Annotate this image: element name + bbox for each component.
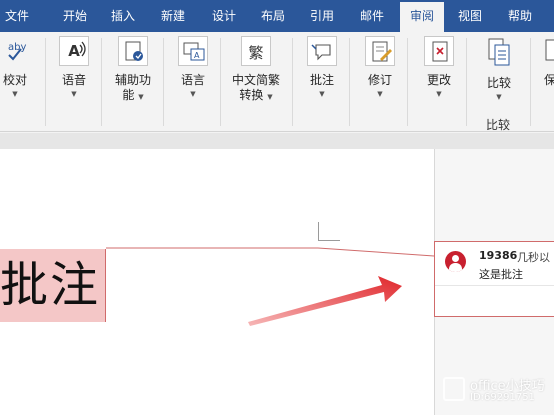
chinese-conversion-label-line1: 中文简繁 [231,73,280,87]
accessibility-label-line2: 能 [122,88,135,102]
chevron-down-icon: ▼ [496,93,502,101]
svg-text:aby: aby [8,42,26,53]
group-separator [220,38,221,126]
tab-home[interactable]: 开始 [56,0,94,32]
track-changes-button[interactable]: 修订 ▼ [362,36,398,100]
chevron-down-icon: ▼ [436,90,442,98]
read-aloud-icon: A [59,36,89,66]
group-separator [349,38,350,126]
chinese-conversion-button[interactable]: 繁 中文简繁 转换 ▼ [226,36,286,105]
chevron-down-icon: ▼ [267,93,273,101]
comment-divider [435,285,554,286]
proofing-button[interactable]: aby 校对 ▼ [0,36,32,100]
tab-references[interactable]: 引用 [302,0,342,32]
brand-logo-icon [443,377,465,401]
track-changes-icon [365,36,395,66]
tab-help[interactable]: 帮助 [500,0,540,32]
tab-design[interactable]: 设计 [204,0,244,32]
chinese-conversion-label-line2: 转换 [239,88,264,102]
lock-icon [540,36,554,66]
tab-mailings[interactable]: 邮件 [352,0,392,32]
margin-corner-mark [318,222,319,241]
review-ribbon: aby 校对 ▼ A 语音 ▼ 辅助功 能 ▼ A 语言 ▼ 繁 中文简繁 转换… [0,32,554,132]
traditional-simplified-icon: 繁 [241,36,271,66]
accessibility-button[interactable]: 辅助功 能 ▼ [110,36,156,105]
commented-text[interactable]: 批注 [0,250,100,320]
group-separator [407,38,408,126]
language-icon: A [178,36,208,66]
tab-review[interactable]: 审阅 [400,2,444,32]
group-separator [530,38,531,126]
protect-button[interactable]: 保 [540,36,554,88]
comment-time: 几秒以 [517,251,550,264]
track-changes-label: 修订 [367,73,392,87]
watermark: office小技巧 ID:69291751 [443,371,553,411]
proofing-label: 校对 [2,73,27,87]
group-separator [292,38,293,126]
protect-label: 保 [544,73,554,87]
tab-new[interactable]: 新建 [153,0,193,32]
chevron-down-icon: ▼ [319,90,325,98]
spelling-check-icon: aby [0,36,30,66]
compare-label: 比较 [486,76,511,90]
chevron-down-icon: ▼ [377,90,383,98]
group-separator [45,38,46,126]
comment-icon [307,36,337,66]
language-label: 语言 [180,73,205,87]
watermark-id: ID:69291751 [470,392,535,403]
changes-button[interactable]: 更改 ▼ [420,36,458,100]
chevron-down-icon: ▼ [71,90,77,98]
compare-button[interactable]: 比较 ▼ [479,36,519,103]
tab-insert[interactable]: 插入 [104,0,142,32]
chevron-down-icon: ▼ [190,90,196,98]
group-separator [163,38,164,126]
speech-label: 语音 [61,73,86,87]
language-button[interactable]: A 语言 ▼ [175,36,211,100]
tab-view[interactable]: 视图 [450,0,490,32]
chevron-down-icon: ▼ [12,90,18,98]
accessibility-check-icon [118,36,148,66]
comment-balloon[interactable]: 19386 几秒以 这是批注 [434,241,554,317]
tab-layout[interactable]: 布局 [254,0,292,32]
accept-reject-icon [424,36,454,66]
compare-documents-icon [484,36,514,72]
chevron-down-icon: ▼ [138,93,144,101]
margin-corner-mark [318,240,340,241]
group-separator [101,38,102,126]
comment-author: 19386 [479,249,518,262]
comments-label: 批注 [309,73,334,87]
accessibility-label-line1: 辅助功 [114,73,151,87]
svg-text:A: A [194,51,200,60]
tab-file[interactable]: 文件 [0,0,34,32]
changes-label: 更改 [426,73,451,87]
compare-group-label: 比较 [486,118,511,132]
ribbon-tab-bar: 文件 开始 插入 新建 设计 布局 引用 邮件 审阅 视图 帮助 [0,0,554,32]
speech-button[interactable]: A 语音 ▼ [56,36,92,100]
comments-button[interactable]: 批注 ▼ [304,36,340,100]
user-avatar-icon [445,251,466,272]
comment-text[interactable]: 这是批注 [479,266,523,282]
group-separator [466,38,467,126]
